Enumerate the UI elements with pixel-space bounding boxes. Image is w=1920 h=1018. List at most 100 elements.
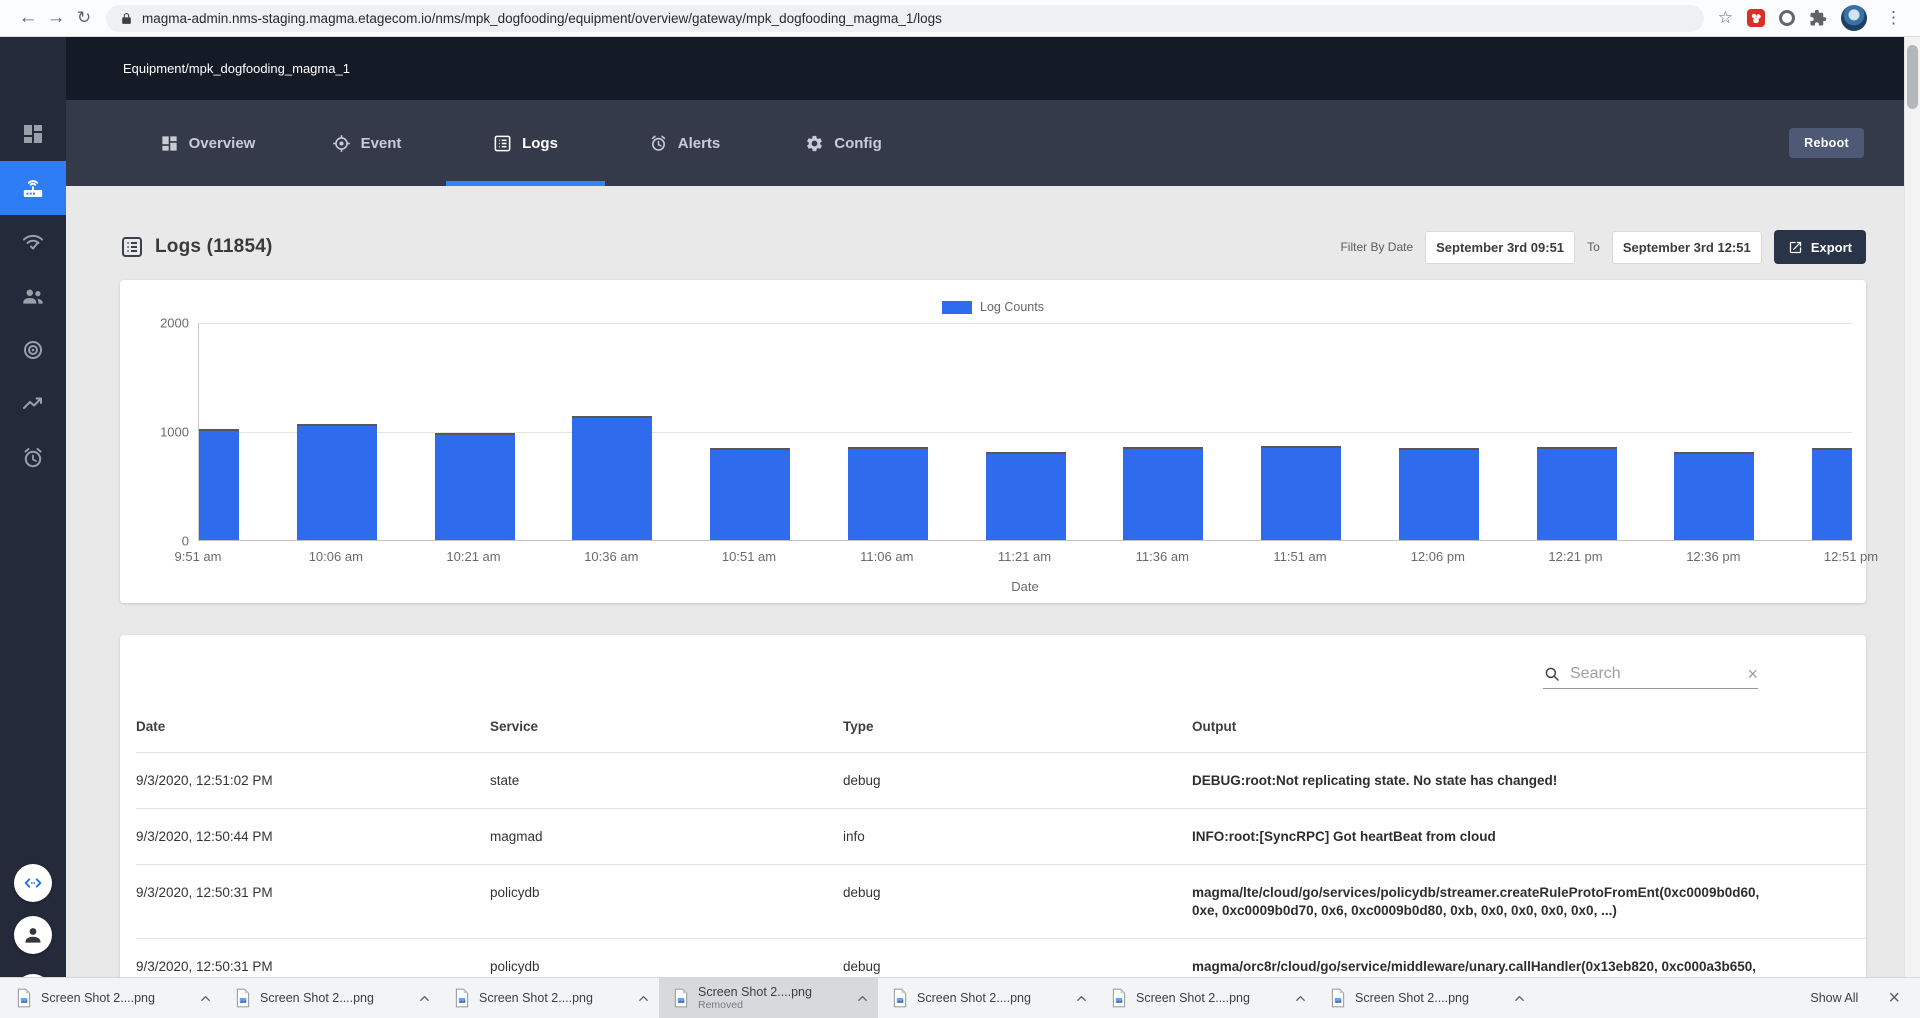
column-header-output: Output xyxy=(1192,719,1237,734)
chart-plot xyxy=(198,323,1852,541)
reload-icon[interactable]: ↻ xyxy=(70,8,98,28)
download-item[interactable]: Screen Shot 2....png xyxy=(221,978,440,1018)
browser-menu-icon[interactable]: ⋮ xyxy=(1881,8,1906,28)
download-item[interactable]: Screen Shot 2....png Removed xyxy=(659,978,878,1018)
chart-x-tick-label: 11:21 am xyxy=(997,549,1052,564)
cell-date: 9/3/2020, 12:50:31 PM xyxy=(136,885,273,900)
page-scrollbar[interactable] xyxy=(1904,37,1920,977)
account-button[interactable] xyxy=(14,916,52,954)
sidebar-item-access-points[interactable] xyxy=(0,323,66,377)
cell-output: magma/lte/cloud/go/services/policydb/str… xyxy=(1192,885,1760,918)
file-icon xyxy=(1330,988,1346,1008)
wifi-icon xyxy=(21,230,45,254)
file-icon xyxy=(16,988,32,1008)
chart-x-tick-label: 10:51 am xyxy=(721,549,777,564)
chart-x-tick-label: 12:21 pm xyxy=(1548,549,1603,564)
table-row[interactable]: 9/3/2020, 12:51:02 PM state debug DEBUG:… xyxy=(136,753,1866,809)
chart-bar xyxy=(1398,448,1479,540)
bookmark-star-icon[interactable]: ☆ xyxy=(1718,8,1733,28)
download-filename: Screen Shot 2....png xyxy=(41,991,155,1005)
reboot-button[interactable]: Reboot xyxy=(1789,128,1864,158)
download-item[interactable]: Screen Shot 2....png xyxy=(440,978,659,1018)
date-to-input[interactable] xyxy=(1611,230,1762,264)
chart-bar xyxy=(1536,447,1617,540)
cell-date: 9/3/2020, 12:51:02 PM xyxy=(136,773,273,788)
download-item[interactable]: Screen Shot 2....png xyxy=(1097,978,1316,1018)
chevron-up-icon[interactable] xyxy=(1072,989,1091,1008)
filter-by-date-label: Filter By Date xyxy=(1340,240,1414,254)
download-item[interactable]: Screen Shot 2....png xyxy=(2,978,221,1018)
search-input[interactable] xyxy=(1570,665,1739,683)
tab-bar: Overview Event Logs Alerts Config Reboot xyxy=(66,100,1920,186)
chevron-up-icon[interactable] xyxy=(1291,989,1310,1008)
forward-icon[interactable]: → xyxy=(42,7,70,29)
extensions-puzzle-icon[interactable] xyxy=(1809,9,1827,27)
chevron-up-icon[interactable] xyxy=(853,989,872,1008)
tab-label: Logs xyxy=(522,134,558,152)
chart-bar xyxy=(1674,452,1755,540)
log-table-body: 9/3/2020, 12:51:02 PM state debug DEBUG:… xyxy=(136,753,1866,977)
scrollbar-thumb[interactable] xyxy=(1907,45,1918,109)
sidebar-item-gateways[interactable] xyxy=(0,161,66,215)
tab-event[interactable]: Event xyxy=(287,100,446,186)
chart-bar xyxy=(199,429,239,540)
tab-label: Event xyxy=(360,134,402,152)
download-item[interactable]: Screen Shot 2....png xyxy=(1316,978,1535,1018)
search-icon xyxy=(1543,665,1561,683)
chevron-up-icon[interactable] xyxy=(196,989,215,1008)
column-header-date: Date xyxy=(136,719,166,734)
alarm-icon xyxy=(649,134,668,153)
column-header-service: Service xyxy=(490,719,539,734)
chevron-up-icon[interactable] xyxy=(415,989,434,1008)
y-tick-label: 0 xyxy=(181,533,189,549)
code-toggle-button[interactable] xyxy=(14,864,52,902)
table-header-row: Date Service Type Output xyxy=(136,699,1866,753)
tab-config[interactable]: Config xyxy=(764,100,923,186)
chart-x-tick-label: 11:06 am xyxy=(860,549,914,564)
sidebar xyxy=(0,37,66,1018)
download-item[interactable]: Screen Shot 2....png xyxy=(878,978,1097,1018)
grid-icon xyxy=(160,134,179,153)
clear-search-icon[interactable]: × xyxy=(1747,665,1758,683)
sidebar-item-subscribers[interactable] xyxy=(0,269,66,323)
logs-page: Logs (11854) Filter By Date To Export L xyxy=(66,186,1920,1018)
chart-bar xyxy=(1123,447,1204,540)
person-icon xyxy=(21,923,45,947)
download-filename: Screen Shot 2....png xyxy=(1355,991,1469,1005)
download-status: Removed xyxy=(698,999,743,1011)
people-icon xyxy=(20,283,46,309)
export-button[interactable]: Export xyxy=(1773,230,1866,264)
close-downloads-icon[interactable]: × xyxy=(1888,988,1900,1008)
show-all-button[interactable]: Show All xyxy=(1810,991,1858,1005)
chart-bar xyxy=(1261,446,1341,540)
table-row[interactable]: 9/3/2020, 12:50:44 PM magmad info INFO:r… xyxy=(136,809,1866,865)
file-icon xyxy=(892,988,908,1008)
chevron-up-icon[interactable] xyxy=(1510,989,1529,1008)
tab-logs[interactable]: Logs xyxy=(446,100,605,186)
sidebar-item-network[interactable] xyxy=(0,215,66,269)
extension-icon-red[interactable] xyxy=(1747,9,1765,27)
sidebar-item-dashboard[interactable] xyxy=(0,107,66,161)
sidebar-item-metrics[interactable] xyxy=(0,377,66,431)
profile-avatar[interactable] xyxy=(1841,5,1867,31)
table-row[interactable]: 9/3/2020, 12:50:31 PM policydb debug mag… xyxy=(136,865,1866,939)
table-row[interactable]: 9/3/2020, 12:50:31 PM policydb debug mag… xyxy=(136,939,1866,977)
logs-list-icon xyxy=(120,235,144,259)
code-icon xyxy=(22,872,44,894)
chart-legend: Log Counts xyxy=(120,297,1866,317)
cell-type: info xyxy=(843,829,865,844)
file-icon xyxy=(454,988,470,1008)
tab-label: Overview xyxy=(188,134,256,152)
search-box: × xyxy=(1543,665,1758,689)
sidebar-item-timers[interactable] xyxy=(0,431,66,485)
date-from-input[interactable] xyxy=(1425,230,1576,264)
chevron-up-icon[interactable] xyxy=(634,989,653,1008)
cell-type: debug xyxy=(843,885,881,900)
back-icon[interactable]: ← xyxy=(14,7,42,29)
address-bar[interactable]: magma-admin.nms-staging.magma.etagecom.i… xyxy=(106,4,1704,32)
extension-icon-circle[interactable] xyxy=(1779,10,1795,26)
tab-overview[interactable]: Overview xyxy=(128,100,287,186)
download-filename: Screen Shot 2....png xyxy=(1136,991,1250,1005)
chart-bar xyxy=(296,424,377,540)
tab-alerts[interactable]: Alerts xyxy=(605,100,764,186)
